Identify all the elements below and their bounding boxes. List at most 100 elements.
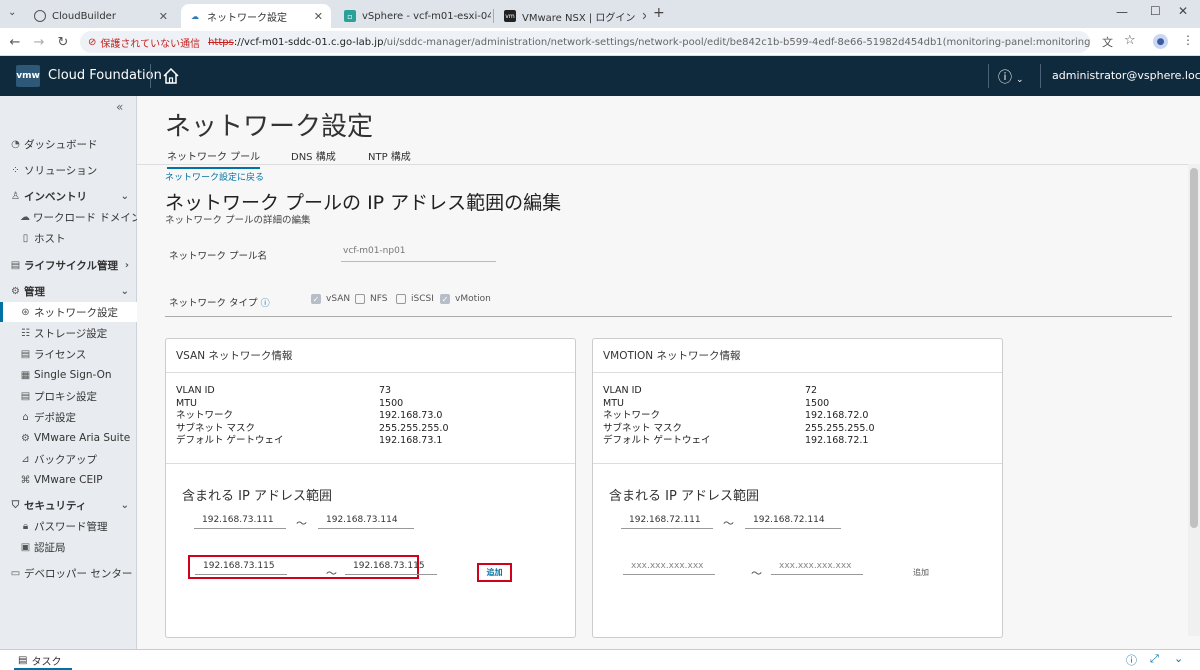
clipboard-icon: ▤ <box>18 655 28 666</box>
range-separator: ～ <box>751 567 762 580</box>
lifecycle-icon: ▤ <box>10 259 21 271</box>
sidebar-item-backup[interactable]: ⊿ バックアップ <box>0 449 137 469</box>
tasks-toggle[interactable]: ▤ タスク <box>18 653 61 668</box>
add-range-button[interactable]: 追加 <box>477 563 512 582</box>
profile-avatar[interactable]: ● <box>1153 34 1168 49</box>
tab-search-icon[interactable]: ⌄ <box>8 7 16 18</box>
sidebar-item-storage-settings[interactable]: ☷ ストレージ設定 <box>0 323 137 343</box>
bookmark-star-icon[interactable]: ☆ <box>1124 33 1136 48</box>
scrollbar-thumb[interactable] <box>1190 168 1198 528</box>
tasks-bar: ▤ タスク ⓘ ⤢ ⌄ <box>0 649 1200 670</box>
vsan-range1-from[interactable]: 192.168.73.111 <box>194 515 286 529</box>
tab-network-settings[interactable]: ☁ ネットワーク設定 ✕ <box>181 4 331 28</box>
sidebar-item-licensing[interactable]: ▤ ライセンス <box>0 344 137 364</box>
pool-name-field[interactable]: vcf-m01-np01 <box>341 246 496 262</box>
vmotion-range-title: 含まれる IP アドレス範囲 <box>609 489 759 504</box>
chevron-down-icon: ⌄ <box>120 499 129 511</box>
vmotion-range2-from[interactable]: xxx.xxx.xxx.xxx <box>623 561 715 575</box>
card-divider <box>593 463 1002 464</box>
info-icon[interactable]: ⓘ <box>261 299 270 309</box>
sidebar-item-solutions[interactable]: ⁘ ソリューション <box>0 160 137 180</box>
expand-icon[interactable]: ⤢ <box>1150 652 1159 666</box>
depot-icon: ⌂ <box>22 411 29 423</box>
tab-label: vSphere - vcf-m01-esxi-04.c.go <box>362 10 491 22</box>
tabs-divider <box>137 164 1200 165</box>
user-menu[interactable]: administrator@vsphere.local⌄ <box>1052 69 1200 82</box>
home-icon[interactable] <box>162 67 180 85</box>
inventory-icon: ♙ <box>11 190 20 202</box>
license-icon: ▤ <box>20 348 31 360</box>
minimize-icon[interactable]: — <box>1116 5 1128 19</box>
tab-cloudbuilder[interactable]: CloudBuilder ✕ <box>26 4 176 28</box>
sidebar-item-proxy[interactable]: ▤ プロキシ設定 <box>0 386 137 406</box>
sidebar-item-aria-suite[interactable]: ⚙ VMware Aria Suite <box>0 428 137 448</box>
minimize-panel-icon[interactable]: ⌄ <box>1174 652 1183 665</box>
tab-network-pool[interactable]: ネットワーク プール <box>167 148 261 169</box>
new-tab-button[interactable]: + <box>653 5 665 21</box>
back-link[interactable]: ネットワーク設定に戻る <box>165 170 264 183</box>
tab-nsx[interactable]: vm VMware NSX | ログイン ✕ <box>496 4 646 28</box>
sidebar-item-depot[interactable]: ⌂ デポ設定 <box>0 407 137 427</box>
url-host: ://vcf-m01-sddc-01.c.go-lab.jp <box>233 36 384 48</box>
close-icon[interactable]: ✕ <box>635 10 646 23</box>
checkbox-iscsi[interactable]: iSCSI <box>396 294 434 304</box>
close-icon[interactable]: ✕ <box>308 10 323 23</box>
checkbox-nfs[interactable]: NFS <box>355 294 387 304</box>
proxy-icon: ▤ <box>20 390 31 402</box>
card-divider <box>166 463 575 464</box>
sidebar-item-inventory[interactable]: ♙ インベントリ ⌄ <box>0 186 137 206</box>
back-arrow-icon[interactable]: ← <box>6 33 24 51</box>
sidebar-item-administration[interactable]: ⚙ 管理 ⌄ <box>0 281 137 301</box>
tab-ntp[interactable]: NTP 構成 <box>368 148 411 163</box>
tab-dns[interactable]: DNS 構成 <box>291 148 336 163</box>
sidebar-item-dashboard[interactable]: ◔ ダッシュボード <box>0 134 137 154</box>
username: administrator@vsphere.local <box>1052 69 1200 82</box>
host-icon: ▯ <box>22 232 29 244</box>
vmotion-range1-from[interactable]: 192.168.72.111 <box>621 515 713 529</box>
sidebar-item-network-settings[interactable]: ⊛ ネットワーク設定 <box>0 302 137 322</box>
checkbox-vmotion[interactable]: ✓ vMotion <box>440 294 491 304</box>
translate-icon[interactable]: 文 <box>1102 34 1113 50</box>
close-icon[interactable]: ✕ <box>153 10 168 23</box>
vsan-range1-to[interactable]: 192.168.73.114 <box>318 515 414 529</box>
url-scheme: https <box>208 36 234 48</box>
sidebar-item-lifecycle[interactable]: ▤ ライフサイクル管理 › <box>0 255 137 275</box>
page-title: ネットワーク設定 <box>165 112 374 142</box>
vmware-icon: vm <box>504 10 516 22</box>
collapse-sidebar-icon[interactable]: « <box>116 100 123 114</box>
sidebar-item-certificate-authority[interactable]: ▣ 認証局 <box>0 537 137 557</box>
add-range-button-disabled[interactable]: 追加 <box>913 567 929 578</box>
help-menu[interactable]: ⓘ ⌄ <box>998 67 1024 87</box>
gear-icon: ⚙ <box>11 285 20 297</box>
network-type-label: ネットワーク タイプ ⓘ <box>169 298 270 309</box>
vsan-info-keys: VLAN ID MTU ネットワーク サブネット マスク デフォルト ゲートウェイ <box>176 385 284 446</box>
checkbox-empty-icon <box>396 294 406 304</box>
sidebar-item-password-management[interactable]: 🔒︎ パスワード管理 <box>0 516 137 536</box>
tab-vsphere[interactable]: ▫ vSphere - vcf-m01-esxi-04.c.go ✕ <box>336 4 491 28</box>
vmotion-network-card: VMOTION ネットワーク情報 VLAN ID MTU ネットワーク サブネット マ… <box>592 338 1003 638</box>
vsan-range2-to[interactable]: 192.168.73.115 <box>345 561 437 575</box>
vsan-range2-from[interactable]: 192.168.73.115 <box>195 561 287 575</box>
checkbox-vsan[interactable]: ✓ vSAN <box>311 294 350 304</box>
sidebar-item-workload-domains[interactable]: ☁ ワークロード ドメイン <box>0 207 141 227</box>
sidebar-item-security[interactable]: ⛉ セキュリティ ⌄ <box>0 495 137 515</box>
window-close-icon[interactable]: ✕ <box>1178 4 1188 18</box>
help-icon[interactable]: ⓘ <box>1126 652 1137 668</box>
reload-icon[interactable]: ↻ <box>54 33 72 51</box>
sidebar-item-sso[interactable]: ▦ Single Sign-On <box>0 365 137 385</box>
forward-arrow-icon[interactable]: → <box>30 33 48 51</box>
lock-icon: 🔒︎ <box>22 520 29 532</box>
sidebar-item-ceip[interactable]: ⌘ VMware CEIP <box>0 470 137 490</box>
edit-subtitle: ネットワーク プールの詳細の編集 <box>165 215 311 226</box>
vmotion-range2-to[interactable]: xxx.xxx.xxx.xxx <box>771 561 863 575</box>
url-input[interactable]: ⊘ 保護されていない通信 https://vcf-m01-sddc-01.c.go… <box>80 31 1090 53</box>
sidebar-item-hosts[interactable]: ▯ ホスト <box>0 228 137 248</box>
security-warning[interactable]: ⊘ 保護されていない通信 <box>88 35 200 50</box>
maximize-icon[interactable]: ☐ <box>1150 4 1161 18</box>
chevron-down-icon: ⌄ <box>120 285 129 297</box>
kebab-menu-icon[interactable]: ⋮ <box>1182 33 1194 47</box>
vmotion-range1-to[interactable]: 192.168.72.114 <box>745 515 841 529</box>
sidebar-item-developer-center[interactable]: ▭ デベロッパー センター <box>0 563 137 583</box>
vsan-card-title: VSAN ネットワーク情報 <box>166 339 575 373</box>
cloud-icon: ☁ <box>191 11 199 21</box>
